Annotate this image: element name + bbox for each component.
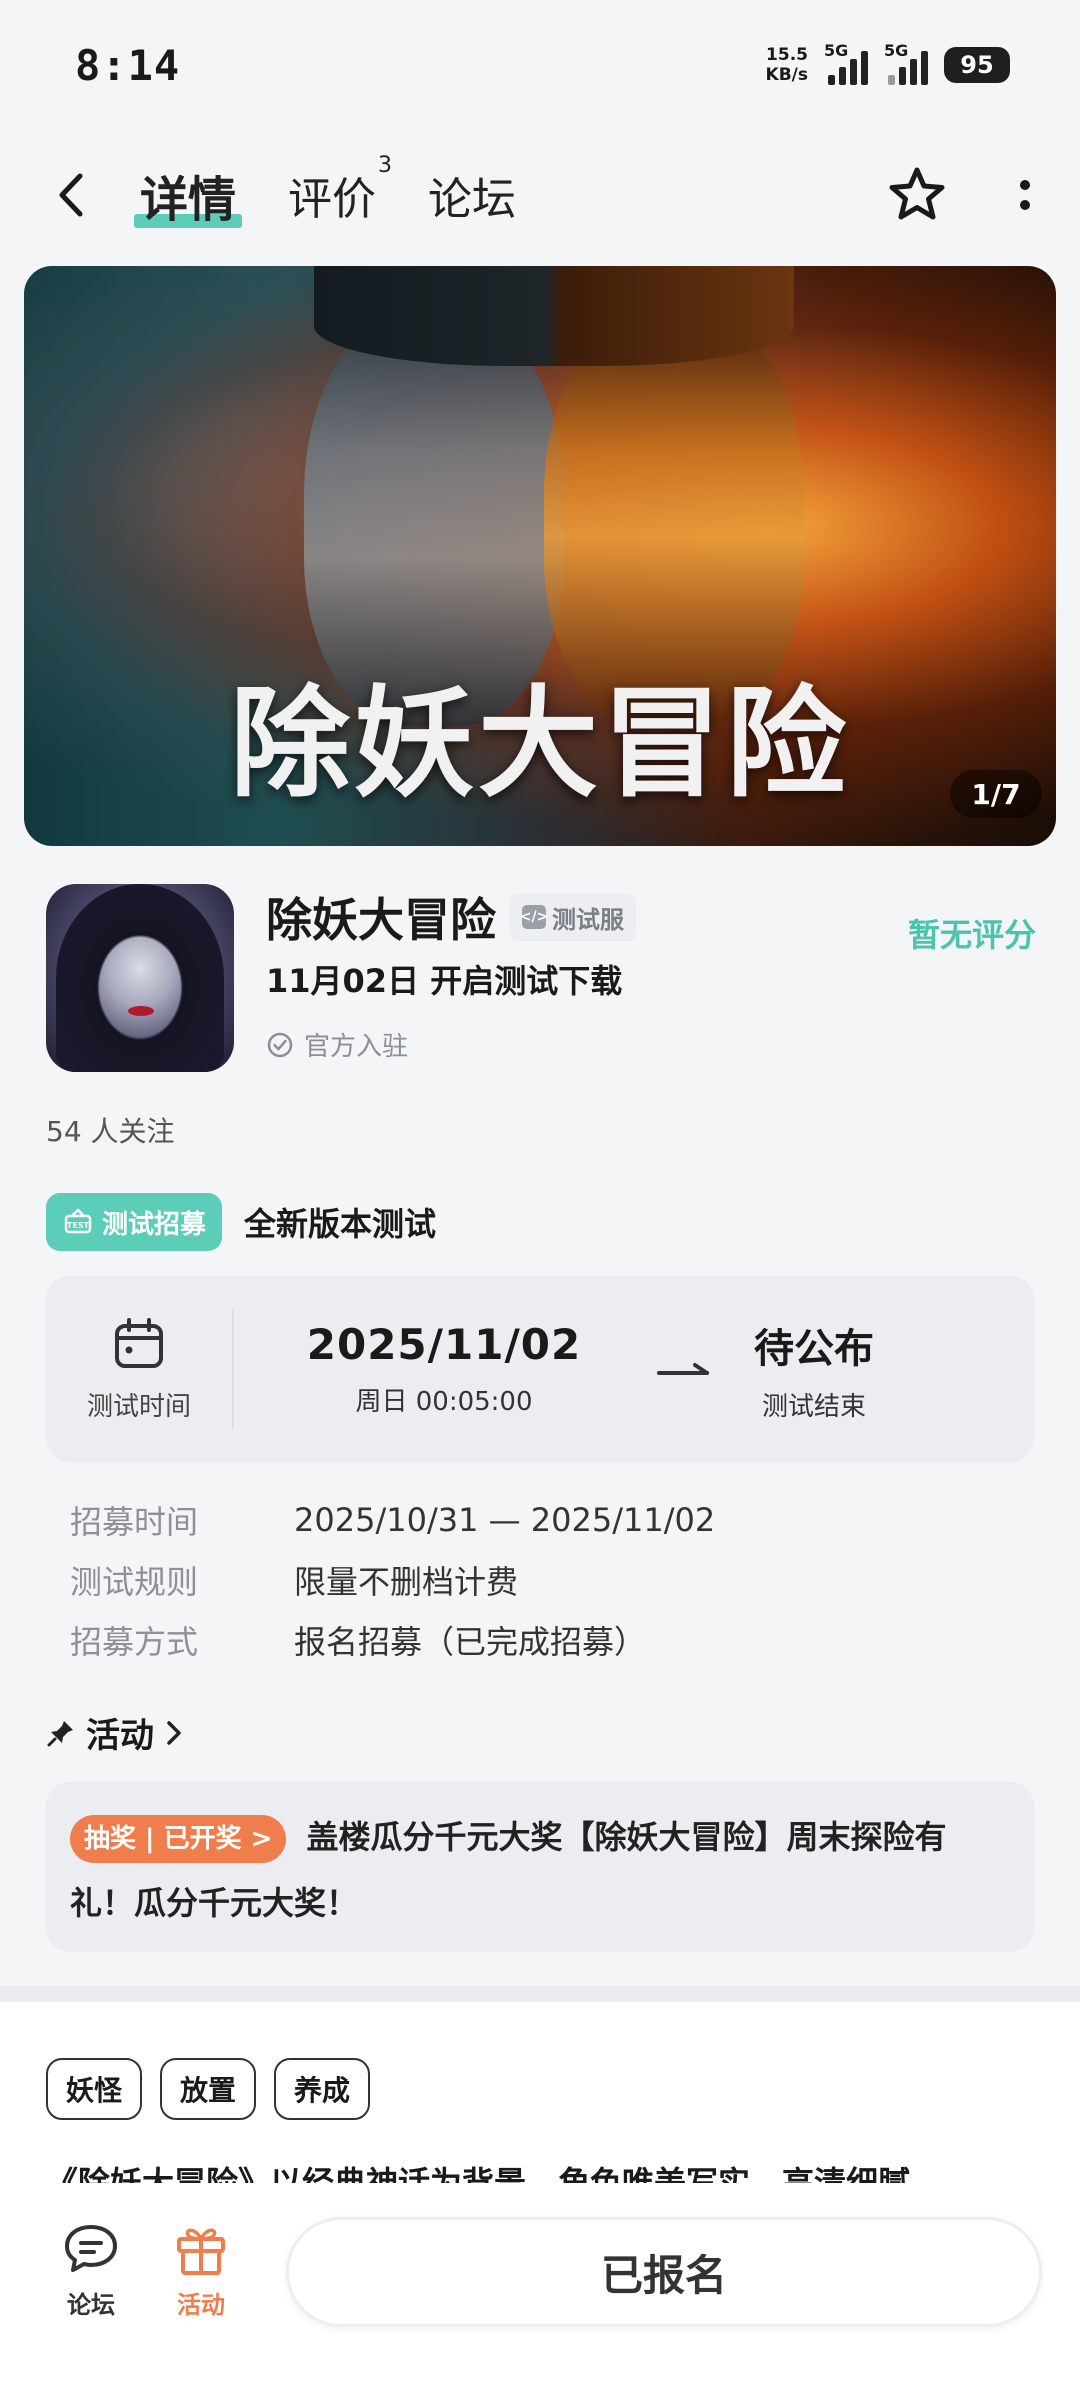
test-server-label: 测试服: [552, 905, 624, 934]
test-icon: TEST: [64, 1208, 92, 1234]
detail-key: 测试规则: [70, 1563, 199, 1601]
signup-button[interactable]: 已报名: [286, 2217, 1042, 2327]
svg-text:TEST: TEST: [67, 1221, 90, 1230]
banner-title: 除妖大冒险: [230, 673, 850, 814]
test-end-label: 测试结束: [761, 1391, 866, 1422]
gift-icon: [177, 2228, 225, 2275]
forum-button[interactable]: 论坛: [46, 2221, 136, 2320]
detail-value: 报名招募（已完成招募）: [294, 1623, 647, 1661]
more-options-icon[interactable]: [1018, 173, 1032, 217]
followers-count: 54 人关注: [46, 1115, 175, 1148]
recruit-details: 招募时间 2025/10/31 — 2025/11/02 测试规则 限量不删档计…: [70, 1490, 715, 1670]
status-indicators: 15.5 KB/s 5G 5G 95: [766, 41, 1010, 85]
detail-value: 限量不删档计费: [294, 1563, 519, 1601]
arrow-icon: [654, 1359, 714, 1379]
activity-header[interactable]: 活动: [46, 1708, 184, 1757]
detail-row: 测试规则 限量不删档计费: [70, 1550, 715, 1610]
tab-forum[interactable]: 论坛: [428, 163, 516, 227]
tag-item[interactable]: 放置: [160, 2058, 257, 2120]
net-speed-value: 15.5: [766, 45, 808, 65]
official-badge: 官方入驻: [266, 1026, 408, 1063]
detail-key: 招募时间: [70, 1503, 199, 1541]
banner-hat: [314, 266, 794, 366]
tab-reviews[interactable]: 评价 3: [288, 153, 392, 227]
nav-actions: [886, 164, 1032, 226]
status-time: 8:14: [75, 40, 181, 90]
recruit-badge-label: 测试招募: [102, 1209, 207, 1240]
activity-content: 抽奖 | 已开奖 > 盖楼瓜分千元大奖【除妖大冒险】周末探险有礼！瓜分千元大奖！: [70, 1804, 1010, 1936]
test-end-status: 待公布: [754, 1325, 874, 1372]
test-end: 待公布 测试结束: [714, 1316, 914, 1423]
test-time-label-col: 测试时间: [46, 1309, 234, 1429]
network-speed: 15.5 KB/s: [766, 45, 808, 85]
test-server-badge: </> 测试服: [510, 893, 636, 941]
top-nav: 详情 评价 3 论坛: [0, 150, 1080, 240]
test-time-card: 测试时间 2025/11/02 周日 00:05:00 待公布 测试结束: [46, 1276, 1034, 1462]
lottery-badge: 抽奖 | 已开奖 >: [70, 1815, 287, 1863]
official-label: 官方入驻: [304, 1032, 409, 1062]
battery-icon: 95: [944, 47, 1010, 83]
net-speed-unit: KB/s: [765, 65, 808, 85]
test-time-label: 测试时间: [86, 1391, 191, 1422]
detail-key: 招募方式: [70, 1623, 199, 1661]
pin-icon: [47, 1720, 73, 1746]
code-icon: </>: [520, 905, 548, 929]
detail-row: 招募时间 2025/10/31 — 2025/11/02: [70, 1490, 715, 1550]
section-divider: [0, 1986, 1080, 2002]
status-bar: 8:14 15.5 KB/s 5G 5G 95: [0, 0, 1080, 130]
app-icon: [46, 884, 234, 1072]
signal-type-label-2: 5G: [884, 41, 909, 60]
check-circle-icon: [267, 1032, 293, 1057]
bottom-bar: 论坛 活动 已报名: [0, 2183, 1080, 2403]
tab-reviews-label: 评价: [288, 174, 377, 225]
recruit-badge: TEST 测试招募: [46, 1193, 223, 1251]
recruit-title: 全新版本测试: [244, 1205, 437, 1243]
test-start-date: 2025/11/02: [306, 1320, 582, 1369]
detail-value: 2025/10/31 — 2025/11/02: [294, 1501, 716, 1539]
tag-item[interactable]: 妖怪: [46, 2058, 143, 2120]
game-info: 除妖大冒险 </> 测试服 11月02日 开启测试下载 官方入驻 暂无评分: [46, 884, 1036, 1074]
chevron-right-icon: [167, 1720, 181, 1745]
star-icon[interactable]: [886, 164, 948, 226]
banner-image[interactable]: 除妖大冒险 1/7: [24, 266, 1056, 846]
game-title: 除妖大冒险: [266, 893, 496, 947]
chevron-left-icon: [59, 173, 83, 217]
test-start-time: 周日 00:05:00: [355, 1387, 533, 1417]
signal-icon-2: 5G: [884, 41, 928, 85]
signal-type-label: 5G: [824, 41, 849, 60]
tab-details[interactable]: 详情: [133, 160, 243, 230]
tab-bar: 详情 评价 3 论坛: [133, 153, 516, 230]
activity-card[interactable]: 抽奖 | 已开奖 > 盖楼瓜分千元大奖【除妖大冒险】周末探险有礼！瓜分千元大奖！: [46, 1782, 1034, 1952]
banner-counter: 1/7: [950, 770, 1042, 818]
recruit-header: TEST 测试招募 全新版本测试: [46, 1193, 436, 1251]
test-start: 2025/11/02 周日 00:05:00: [234, 1320, 654, 1418]
signal-icon: 5G: [824, 41, 868, 85]
reviews-count-badge: 3: [378, 153, 393, 178]
chat-icon: [65, 2225, 117, 2272]
calendar-icon: [115, 1317, 163, 1368]
game-title-row: 除妖大冒险 </> 测试服: [266, 884, 636, 950]
activity-nav-button[interactable]: 活动: [156, 2221, 246, 2320]
test-date-line: 11月02日 开启测试下载: [266, 962, 623, 1000]
back-button[interactable]: [56, 165, 100, 225]
forum-label: 论坛: [67, 2291, 115, 2319]
tag-item[interactable]: 养成: [274, 2058, 371, 2120]
activity-nav-label: 活动: [177, 2291, 225, 2319]
detail-row: 招募方式 报名招募（已完成招募）: [70, 1610, 715, 1670]
tag-list: 妖怪 放置 养成: [46, 2058, 371, 2120]
rating-label: 暂无评分: [907, 916, 1036, 954]
activity-heading: 活动: [86, 1716, 154, 1756]
